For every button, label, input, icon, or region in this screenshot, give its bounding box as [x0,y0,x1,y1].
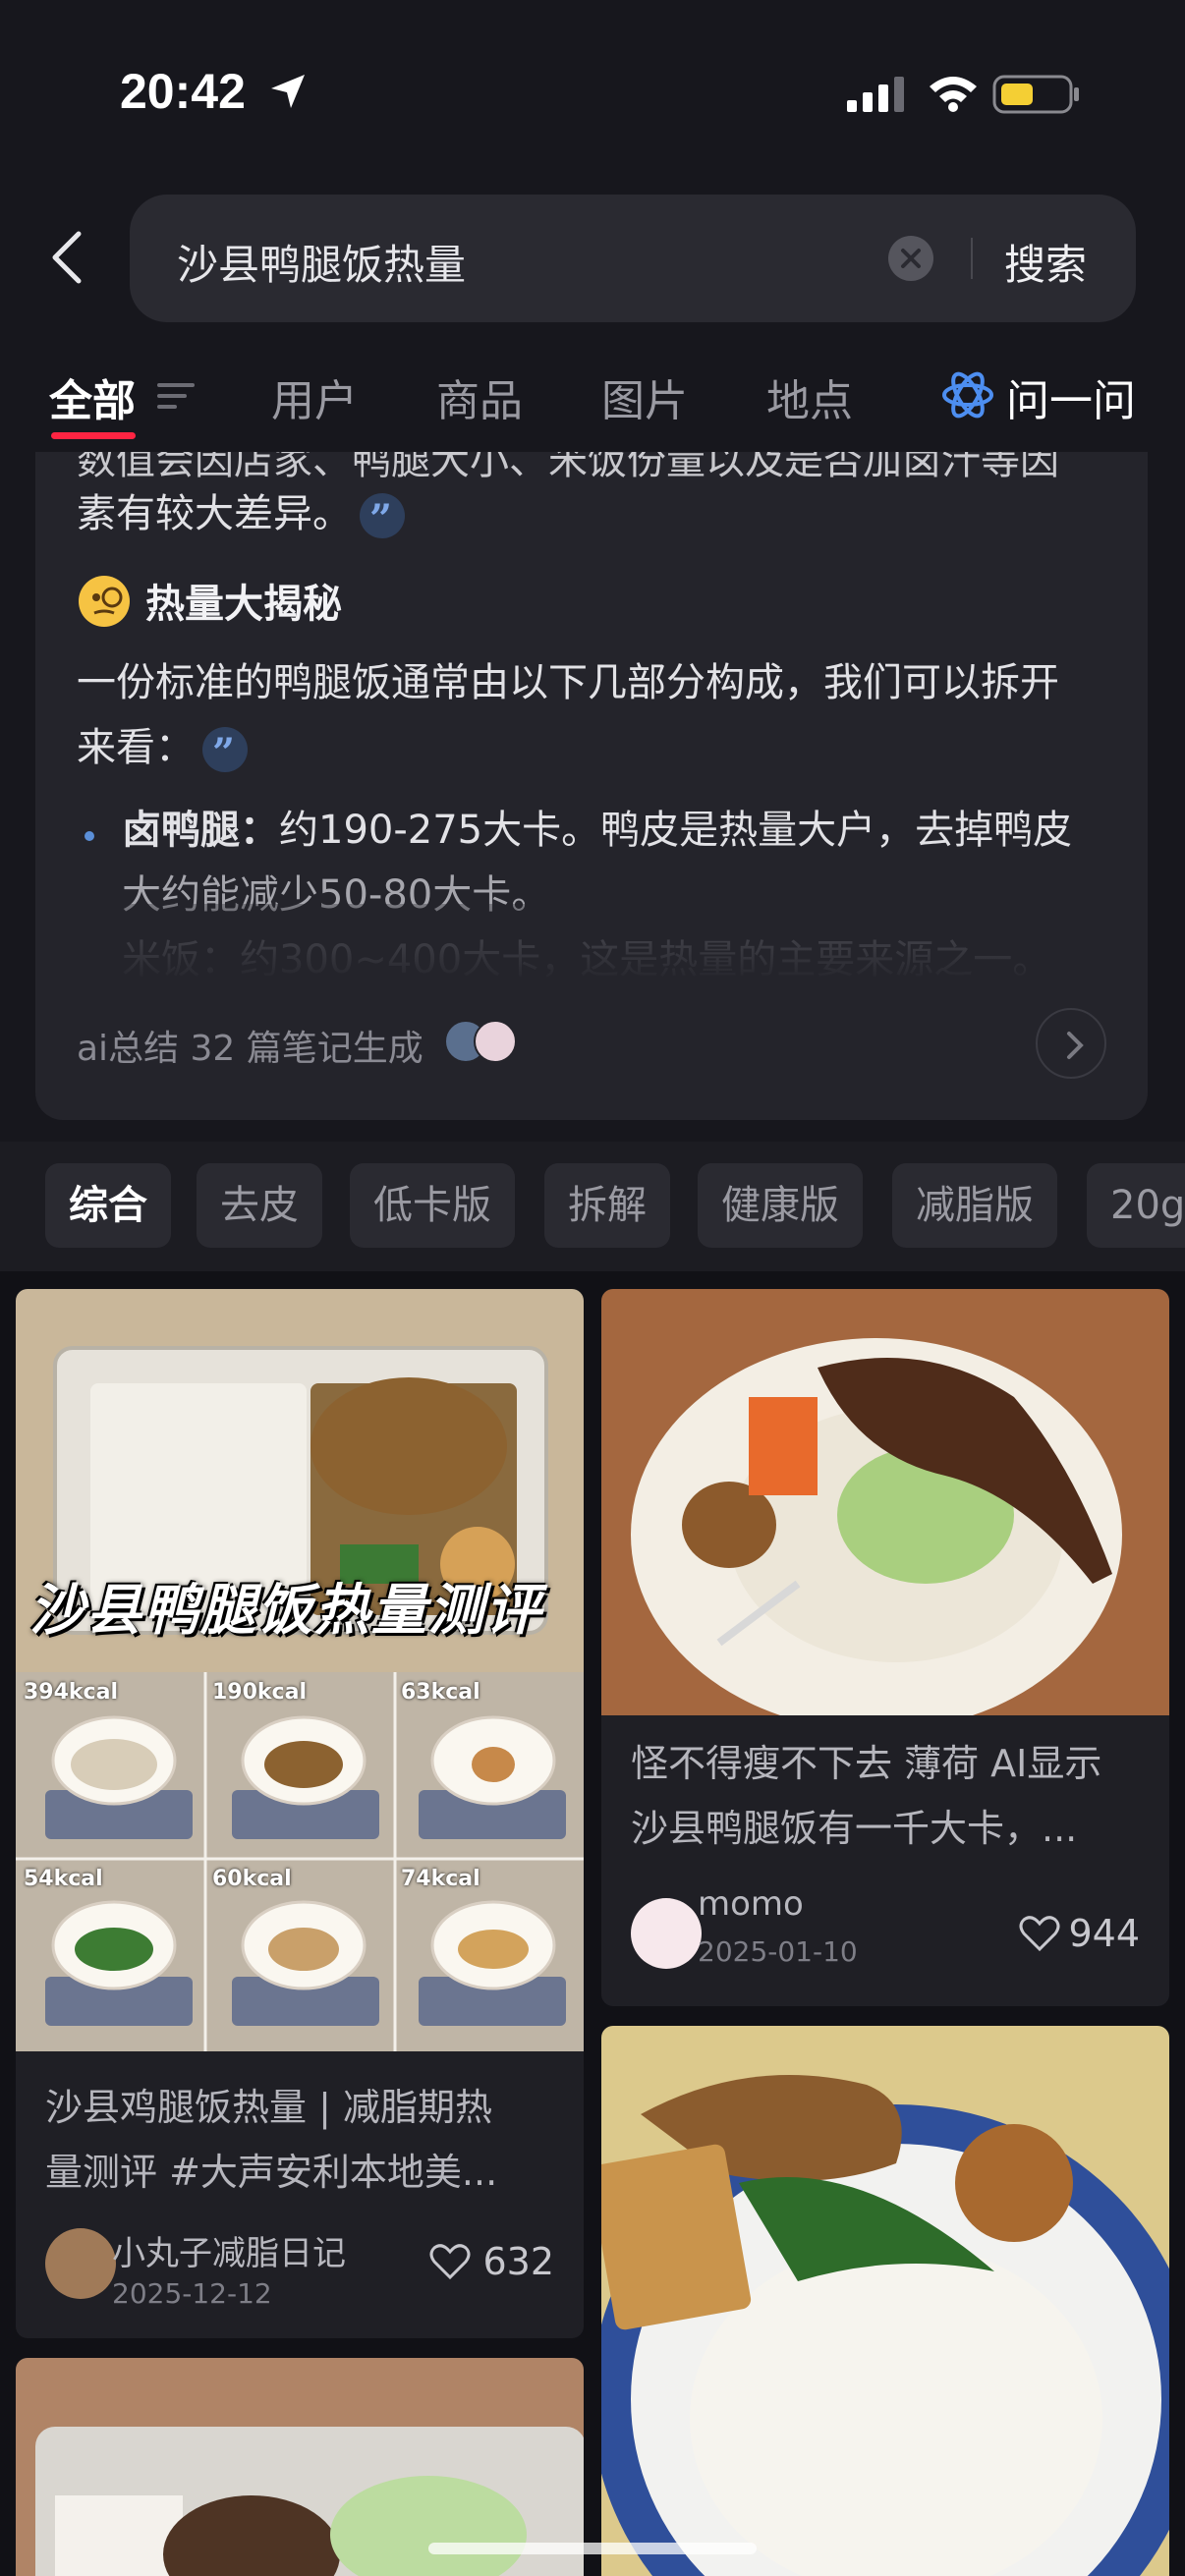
chip-healthy[interactable]: 健康版 [698,1163,863,1248]
cover-overlay-title: 沙县鸭腿饭热量测评 [29,1579,542,1643]
kcal-label: 394kcal [24,1680,118,1705]
post-title: 怪不得瘦不下去 薄荷 AI显示 [631,1742,1102,1785]
ai-text-line: 素有较大差异。” [77,481,1118,546]
expand-summary-button[interactable] [1036,1008,1106,1079]
search-button[interactable]: 搜索 [1004,232,1087,292]
post-date: 2025-12-12 [112,2277,272,2310]
author-avatar[interactable] [631,1898,702,1969]
post-cover-image [601,2026,1169,2576]
active-tab-indicator [51,432,136,439]
author-name[interactable]: 小丸子减脂日记 [112,2226,346,2274]
post-cover-image [601,1289,1169,1715]
status-bar: 20:42 [0,0,1185,187]
status-time: 20:42 [120,64,246,119]
chip-fat-loss[interactable]: 减脂版 [892,1163,1057,1248]
citation-quote-icon[interactable]: ” [202,727,248,776]
ai-summary-card[interactable]: 数值会因店家、鸭腿大小、米饭份量以及是否加卤汁等因 素有较大差异。” 热量大揭秘… [35,452,1148,1120]
filter-chips: 综合 去皮 低卡版 拆解 健康版 减脂版 20g [0,1142,1185,1271]
author-name[interactable]: momo [698,1884,804,1924]
post-title: 沙县鸭腿饭有一千大卡，... [631,1807,1078,1850]
chip-low-cal[interactable]: 低卡版 [350,1163,515,1248]
post-cover-image [16,1289,584,2051]
tab-ask[interactable]: 问一问 [1006,365,1136,428]
heart-icon[interactable] [1018,1914,1061,1953]
post-title: 沙县鸡腿饭热量 | 减脂期热 [45,2086,492,2129]
chip-comprehensive[interactable]: 综合 [45,1163,171,1248]
ai-bullet-item: 卤鸭腿：约190-275大卡。鸭皮是热量大户，去掉鸭皮 [122,808,1073,853]
ai-atom-icon[interactable] [941,367,994,422]
filter-icon[interactable] [155,375,197,417]
search-bar[interactable]: 沙县鸭腿饭热量 搜索 [130,195,1136,322]
post-title: 量测评 #大声安利本地美... [45,2151,498,2194]
like-count: 944 [1068,1912,1140,1955]
tab-images[interactable]: 图片 [601,365,688,428]
chip-skinless[interactable]: 去皮 [197,1163,322,1248]
search-input[interactable]: 沙县鸭腿饭热量 [177,232,466,292]
note-card[interactable]: 沙县鸭腿饭热量测评 394kcal 190kcal 63kcal 54kcal … [16,1289,584,2338]
tab-users[interactable]: 用户 [271,365,358,428]
ai-intro-line: 来看：” [77,715,1118,780]
cellular-signal-icon [847,77,904,112]
battery-icon [992,75,1079,114]
note-card[interactable]: 怪不得瘦不下去 薄荷 AI显示 沙县鸭腿饭有一千大卡，... momo 2025… [601,1289,1169,2006]
author-avatar[interactable] [45,2228,116,2299]
text-fade-overlay [35,904,1148,982]
search-tabs: 全部 用户 商品 图片 地点 问一问 [0,354,1185,452]
search-divider [971,238,973,279]
ai-intro-line: 一份标准的鸭腿饭通常由以下几部分构成，我们可以拆开 [77,660,1059,705]
heart-icon[interactable] [428,2242,472,2281]
like-count: 632 [482,2240,554,2283]
kcal-label: 63kcal [401,1680,480,1705]
kcal-label: 74kcal [401,1867,480,1891]
source-avatar [474,1020,517,1063]
ai-source-note: ai总结 32 篇笔记生成 [77,1029,423,1069]
chip-20g[interactable]: 20g [1087,1163,1185,1248]
ai-section-heading: 热量大揭秘 [145,582,342,627]
back-chevron-icon[interactable] [47,228,86,287]
home-indicator[interactable] [428,2543,757,2554]
post-date: 2025-01-10 [698,1935,858,1968]
tab-products[interactable]: 商品 [436,365,523,428]
kcal-label: 54kcal [24,1867,103,1891]
monocle-face-emoji-icon [79,576,130,627]
location-arrow-icon [271,75,305,108]
clear-search-icon[interactable] [888,236,933,281]
citation-quote-icon[interactable]: ” [360,493,405,542]
tab-places[interactable]: 地点 [766,365,853,428]
kcal-label: 60kcal [212,1867,292,1891]
bullet-dot [85,831,94,841]
kcal-label: 190kcal [212,1680,307,1705]
chip-breakdown[interactable]: 拆解 [544,1163,670,1248]
note-card[interactable] [601,2026,1169,2576]
results-feed: 沙县鸭腿饭热量测评 394kcal 190kcal 63kcal 54kcal … [0,1271,1185,2576]
wifi-icon [930,77,977,112]
tab-all[interactable]: 全部 [49,365,136,428]
